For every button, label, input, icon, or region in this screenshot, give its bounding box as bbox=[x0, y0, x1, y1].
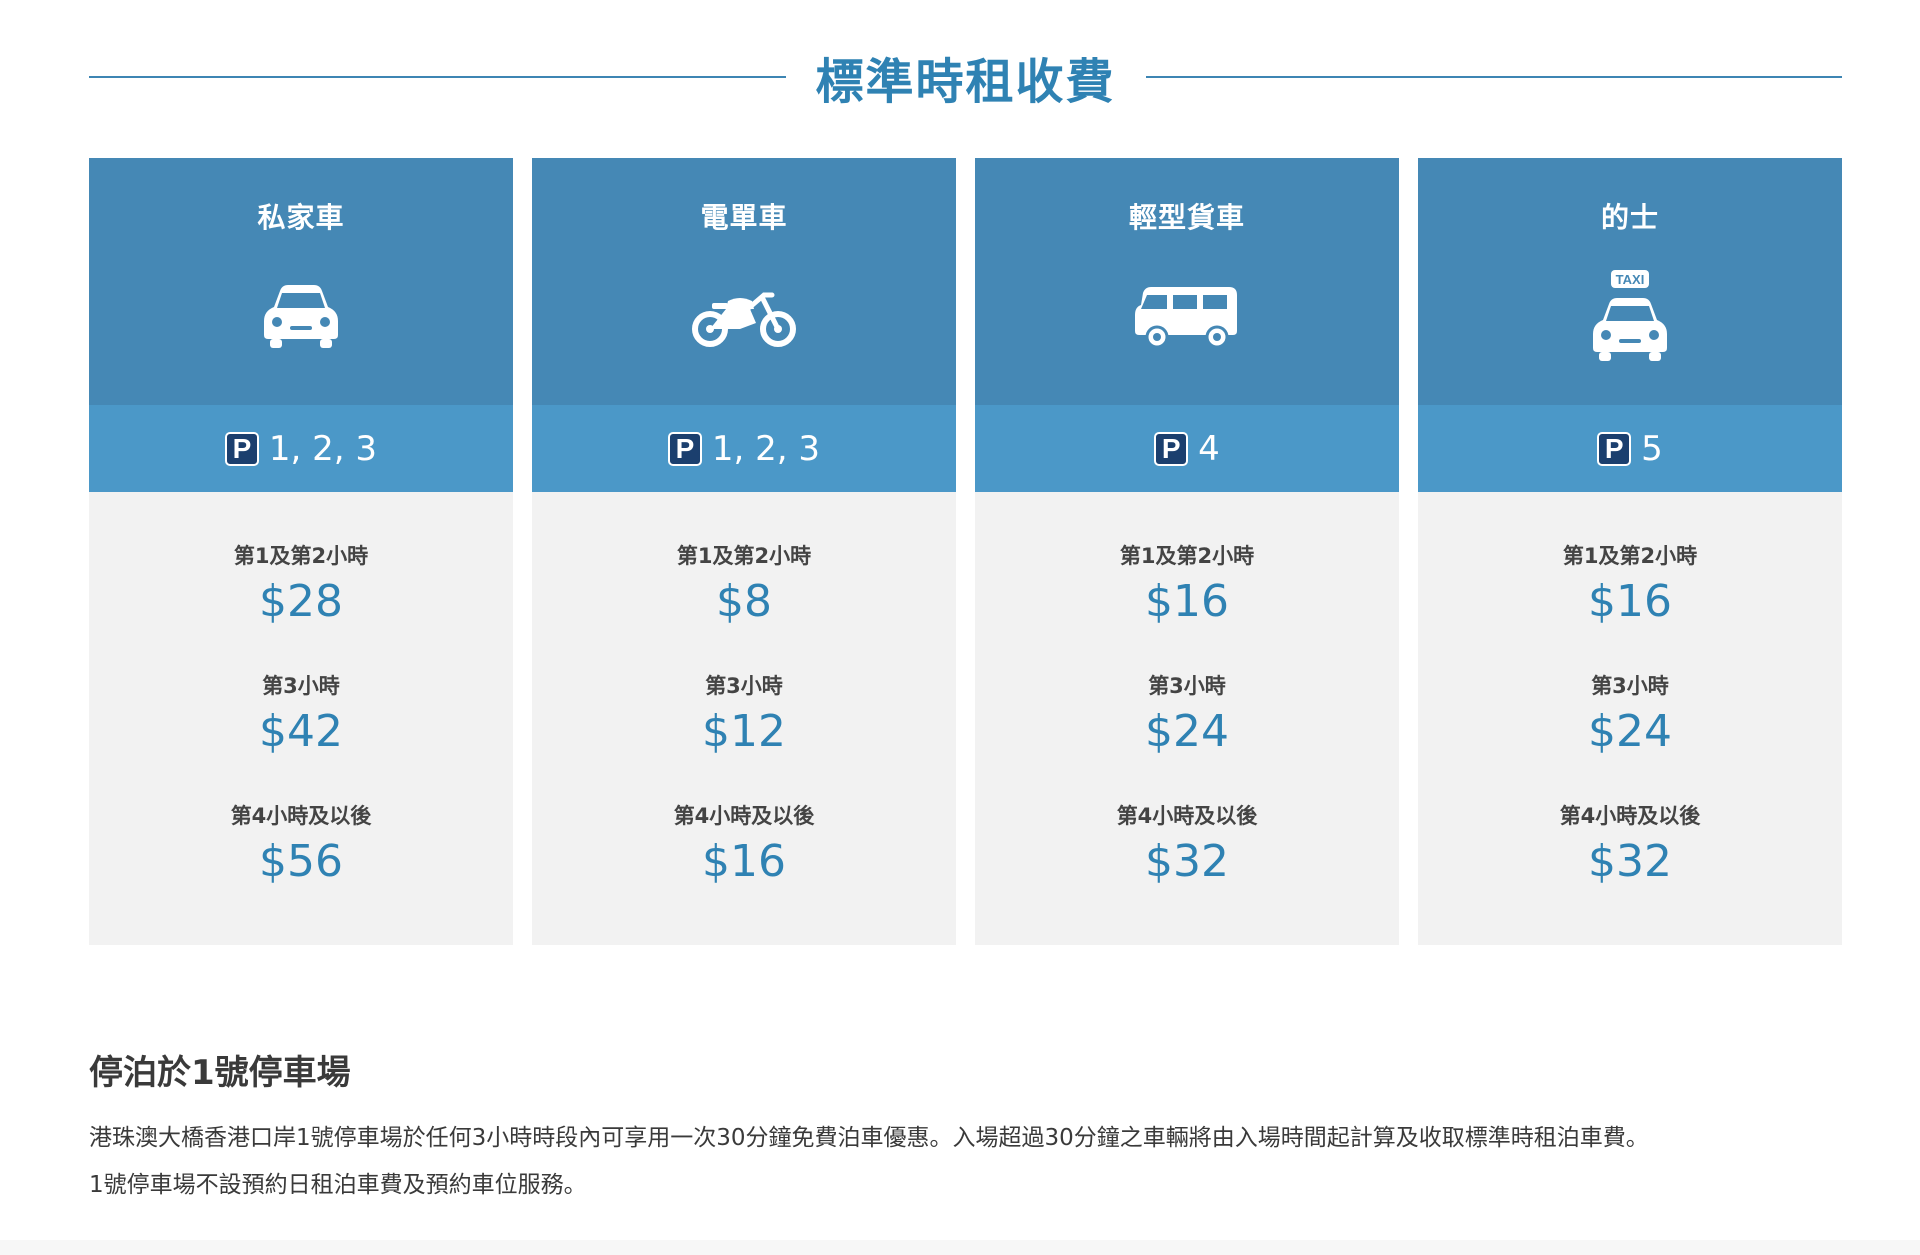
rate-label: 第4小時及以後 bbox=[230, 804, 372, 828]
parking-icon: P bbox=[1597, 431, 1632, 466]
title-divider-left bbox=[89, 76, 786, 78]
note-line: 1號停車場不設預約日租泊車費及預約車位服務。 bbox=[89, 1172, 587, 1198]
card-rates: 第1及第2小時 $16 第3小時 $24 第4小時及以後 $32 bbox=[975, 492, 1399, 945]
rate-cards: 私家車 P 1, 2, 3 第1及第2小時 $28 第3小時 $42 第4小時及… bbox=[89, 158, 1842, 945]
card-header: 輕型貨車 bbox=[975, 158, 1399, 405]
rate-price: $42 bbox=[259, 706, 343, 757]
rate-label: 第3小時 bbox=[1591, 674, 1669, 698]
parking-zone: P 4 bbox=[975, 405, 1399, 492]
card-rates: 第1及第2小時 $8 第3小時 $12 第4小時及以後 $16 bbox=[532, 492, 956, 945]
card-rates: 第1及第2小時 $16 第3小時 $24 第4小時及以後 $32 bbox=[1418, 492, 1842, 945]
parking-zone: P 1, 2, 3 bbox=[89, 405, 513, 492]
rate-label: 第1及第2小時 bbox=[1119, 544, 1255, 568]
title-divider-right bbox=[1145, 76, 1843, 78]
rate-label: 第3小時 bbox=[705, 674, 783, 698]
parking-zone-numbers: 5 bbox=[1641, 428, 1663, 469]
rate-card-light-goods-vehicle: 輕型貨車 P 4 第1及第2小時 $16 第3小時 $24 第4小時及以後 $3… bbox=[975, 158, 1399, 945]
card-header: 私家車 bbox=[89, 158, 513, 405]
rate-card-taxi: 的士 TAXI P 5 第1及第2小時 $16 第3小時 $24 第4小時及以後… bbox=[1418, 158, 1842, 945]
vehicle-type-label: 私家車 bbox=[257, 201, 345, 234]
card-rates: 第1及第2小時 $28 第3小時 $42 第4小時及以後 $56 bbox=[89, 492, 513, 945]
rate-price: $28 bbox=[259, 576, 343, 627]
rate-label: 第4小時及以後 bbox=[673, 804, 815, 828]
taxi-sign-text: TAXI bbox=[1616, 272, 1645, 287]
vehicle-type-label: 輕型貨車 bbox=[1128, 201, 1245, 234]
taxi-icon: TAXI bbox=[1591, 266, 1669, 366]
parking-zone-numbers: 1, 2, 3 bbox=[268, 428, 378, 469]
motorcycle-icon bbox=[690, 266, 798, 366]
rate-price: $32 bbox=[1145, 836, 1229, 887]
rate-label: 第4小時及以後 bbox=[1116, 804, 1258, 828]
parking-icon: P bbox=[1154, 431, 1189, 466]
parking-zone: P 1, 2, 3 bbox=[532, 405, 956, 492]
rate-label: 第1及第2小時 bbox=[676, 544, 812, 568]
rate-price: $24 bbox=[1145, 706, 1229, 757]
note-line: 港珠澳大橋香港口岸1號停車場於任何3小時時段內可享用一次30分鐘免費泊車優惠。入… bbox=[89, 1125, 1649, 1151]
page: 標準時租收費 私家車 P 1, 2, 3 第1及第2小時 $28 第3小時 $4… bbox=[0, 0, 1920, 1255]
parking-icon: P bbox=[667, 431, 702, 466]
rate-price: $12 bbox=[702, 706, 786, 757]
section-title-row: 標準時租收費 bbox=[89, 38, 1843, 116]
car-icon bbox=[262, 266, 340, 366]
rate-card-motorcycle: 電單車 P 1, 2, 3 第1及第2小時 $8 第3小時 $12 第4小時及以… bbox=[532, 158, 956, 945]
rate-price: $8 bbox=[716, 576, 772, 627]
vehicle-type-label: 的士 bbox=[1600, 201, 1659, 234]
rate-card-private-car: 私家車 P 1, 2, 3 第1及第2小時 $28 第3小時 $42 第4小時及… bbox=[89, 158, 513, 945]
car-park-1-notes: 港珠澳大橋香港口岸1號停車場於任何3小時時段內可享用一次30分鐘免費泊車優惠。入… bbox=[89, 1115, 1849, 1209]
card-header: 的士 TAXI bbox=[1418, 158, 1842, 405]
card-header: 電單車 bbox=[532, 158, 956, 405]
rate-label: 第3小時 bbox=[1148, 674, 1226, 698]
rate-label: 第3小時 bbox=[262, 674, 340, 698]
van-icon bbox=[1133, 266, 1241, 366]
rate-price: $24 bbox=[1588, 706, 1672, 757]
rate-price: $16 bbox=[702, 836, 786, 887]
rate-price: $16 bbox=[1145, 576, 1229, 627]
rate-price: $56 bbox=[259, 836, 343, 887]
vehicle-type-label: 電單車 bbox=[700, 201, 788, 234]
rate-label: 第1及第2小時 bbox=[1562, 544, 1698, 568]
parking-zone: P 5 bbox=[1418, 405, 1842, 492]
car-park-1-heading: 停泊於1號停車場 bbox=[89, 1053, 351, 1093]
parking-icon: P bbox=[224, 431, 259, 466]
footer-strip bbox=[0, 1240, 1920, 1255]
rate-price: $32 bbox=[1588, 836, 1672, 887]
parking-zone-numbers: 4 bbox=[1198, 428, 1220, 469]
rate-label: 第1及第2小時 bbox=[233, 544, 369, 568]
rate-price: $16 bbox=[1588, 576, 1672, 627]
section-title: 標準時租收費 bbox=[815, 54, 1116, 110]
parking-zone-numbers: 1, 2, 3 bbox=[711, 428, 821, 469]
rate-label: 第4小時及以後 bbox=[1559, 804, 1701, 828]
